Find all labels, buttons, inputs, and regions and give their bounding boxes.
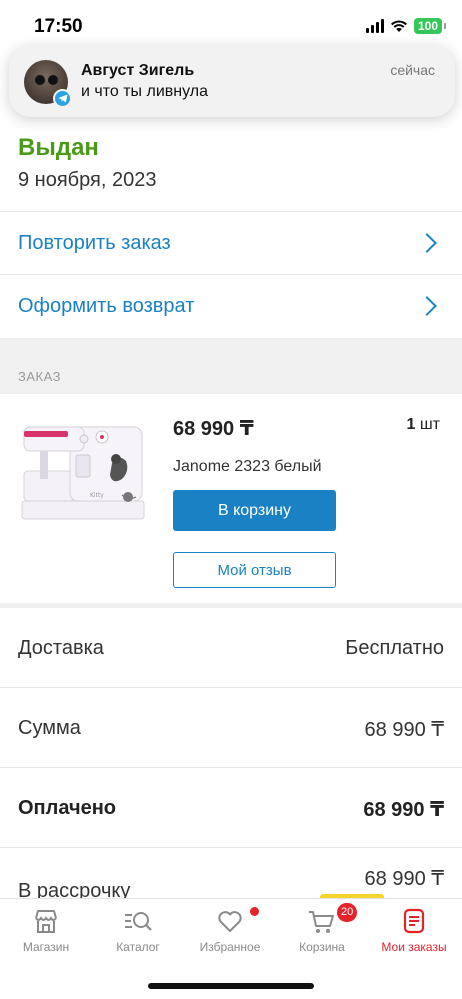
section-header: ЗАКАЗ [0,338,462,394]
summary-row-paid: Оплачено 68 990 ₸ [0,768,462,848]
add-to-cart-button[interactable]: В корзину [173,490,336,531]
my-review-button[interactable]: Мой отзыв [173,552,336,588]
store-icon [35,910,57,933]
battery-icon: 100 [413,18,447,34]
product-name[interactable]: Janome 2323 белый [173,458,322,476]
section-title: ЗАКАЗ [18,369,61,384]
summary-row-total: Сумма 68 990 ₸ [0,688,462,768]
quantity-value: 1 [406,416,416,433]
tab-label: Корзина [299,940,345,954]
status-time: 17:50 [34,16,83,37]
tab-my-orders[interactable]: Мои заказы [374,907,454,954]
heart-icon [218,911,242,932]
repeat-order-label: Повторить заказ [18,231,171,254]
status-bar: 17:50 100 [0,0,462,48]
home-indicator[interactable] [148,983,314,989]
summary-row-delivery: Доставка Бесплатно [0,608,462,688]
order-status: Выдан [18,134,99,161]
tab-label: Магазин [22,940,70,954]
svg-text:Kitty: Kitty [90,492,104,499]
orders-icon [403,908,425,934]
product-quantity: 1 шт [406,416,440,434]
chevron-right-icon [417,233,437,253]
tab-label: Каталог [116,940,160,954]
product-price: 68 990 ₸ [173,418,254,440]
quantity-unit: шт [419,416,440,433]
telegram-icon [53,89,72,108]
cart-icon [309,911,334,933]
cellular-signal-icon [365,19,384,33]
summary-value: 68 990 ₸ [364,719,444,741]
notification-time: сейчас [390,62,435,78]
summary-value: 68 990 ₸ [363,799,444,821]
wifi-icon [390,20,407,32]
summary-label: Доставка [18,637,104,659]
notification-dot [250,907,259,916]
return-order-row[interactable]: Оформить возврат [0,274,462,337]
tab-label: Избранное [199,940,261,954]
summary-label: Сумма [18,717,81,739]
summary-value: 68 990 ₸ [364,868,444,890]
tab-cart[interactable]: 20 Корзина [282,903,362,954]
catalog-search-icon [125,912,152,931]
return-order-label: Оформить возврат [18,294,195,317]
tab-label: Мои заказы [381,940,447,954]
tab-favorites[interactable]: Избранное [190,907,270,954]
product-image[interactable]: Kitty [20,415,146,521]
repeat-order-row[interactable]: Повторить заказ [0,211,462,274]
tab-catalog[interactable]: Каталог [98,907,178,954]
notification-banner[interactable]: Август Зигель и что ты ливнула сейчас [9,45,455,117]
order-date: 9 ноября, 2023 [18,169,157,191]
notification-sender: Август Зигель [81,62,195,79]
status-icons: 100 [365,18,447,34]
summary-value: Бесплатно [345,637,444,659]
notification-message: и что ты ливнула [81,83,208,100]
summary-label: Оплачено [18,797,116,819]
cart-count-badge: 20 [337,903,358,922]
chevron-right-icon [417,296,437,316]
tab-store[interactable]: Магазин [6,907,86,954]
